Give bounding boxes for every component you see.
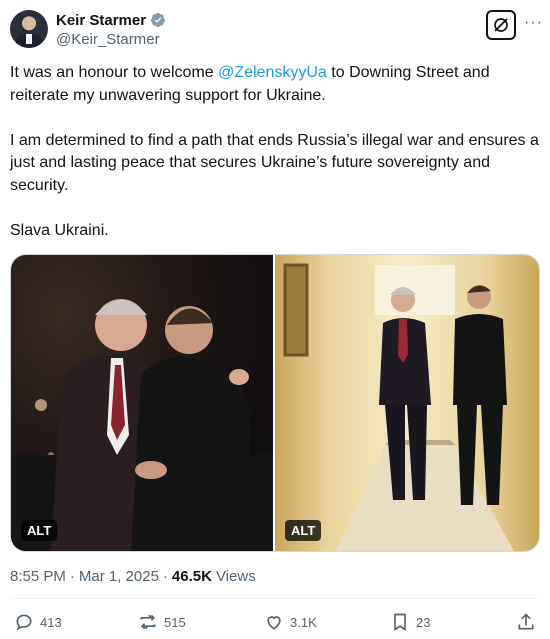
mention-link[interactable]: @ZelenskyyUa (218, 64, 327, 81)
tweet-text: It was an honour to welcome @ZelenskyyUa… (10, 62, 540, 265)
repost-count: 515 (164, 614, 186, 630)
photo-embrace[interactable]: ALT (11, 255, 275, 551)
bookmark-icon (394, 613, 406, 632)
tweet-header: Keir Starmer @Keir_Starmer ··· (10, 10, 542, 50)
author-handle[interactable]: @Keir_Starmer (56, 31, 160, 48)
bookmark-button[interactable]: 23 (390, 612, 430, 632)
views-label: Views (215, 568, 256, 585)
tweet-paragraph-3: Slava Ukraini. (10, 221, 109, 239)
bookmark-count: 23 (416, 614, 431, 630)
tweet-date[interactable]: Mar 1, 2025 (79, 568, 159, 585)
tweet-paragraph-1: It was an honour to welcome @ZelenskyyUa… (10, 62, 540, 107)
avatar-shirt (26, 34, 32, 44)
display-name[interactable]: Keir Starmer (56, 12, 146, 29)
reply-button[interactable]: 413 (14, 612, 62, 632)
heart-icon (267, 616, 281, 630)
name-row: Keir Starmer (56, 10, 166, 30)
photo-embrace-illustration (11, 299, 273, 551)
media-grid: ALT ALT (10, 254, 540, 552)
alt-badge-left[interactable]: ALT (21, 520, 58, 541)
meta-separator-2: · (162, 568, 168, 585)
tweet-time[interactable]: 8:55 PM (10, 568, 66, 585)
verified-badge-icon (151, 13, 166, 27)
photo-walking-illustration (283, 263, 514, 551)
action-bar: 413 515 3.1K 23 (10, 612, 540, 634)
share-icon (518, 613, 534, 630)
photo-walking[interactable]: ALT (275, 255, 539, 551)
share-button[interactable] (516, 612, 542, 632)
tweet-meta: 8:55 PM · Mar 1, 2025 · 46.5K Views (10, 568, 256, 585)
like-button[interactable]: 3.1K (264, 612, 317, 632)
tweet-line1-before: It was an honour to welcome (10, 64, 219, 81)
reply-count: 413 (40, 614, 62, 630)
grok-icon (494, 18, 508, 32)
meta-separator-1: · (69, 568, 75, 585)
avatar[interactable] (10, 10, 48, 48)
like-count: 3.1K (290, 614, 317, 630)
more-options-button[interactable]: ··· (524, 14, 542, 34)
grok-button[interactable] (486, 10, 516, 40)
alt-badge-right[interactable]: ALT (285, 520, 322, 541)
repost-icon (140, 614, 156, 630)
reply-icon (16, 614, 32, 631)
tweet-paragraph-2: I am determined to find a path that ends… (10, 131, 539, 194)
repost-button[interactable]: 515 (138, 612, 186, 632)
views-count: 46.5K (171, 568, 212, 585)
divider (10, 598, 540, 599)
